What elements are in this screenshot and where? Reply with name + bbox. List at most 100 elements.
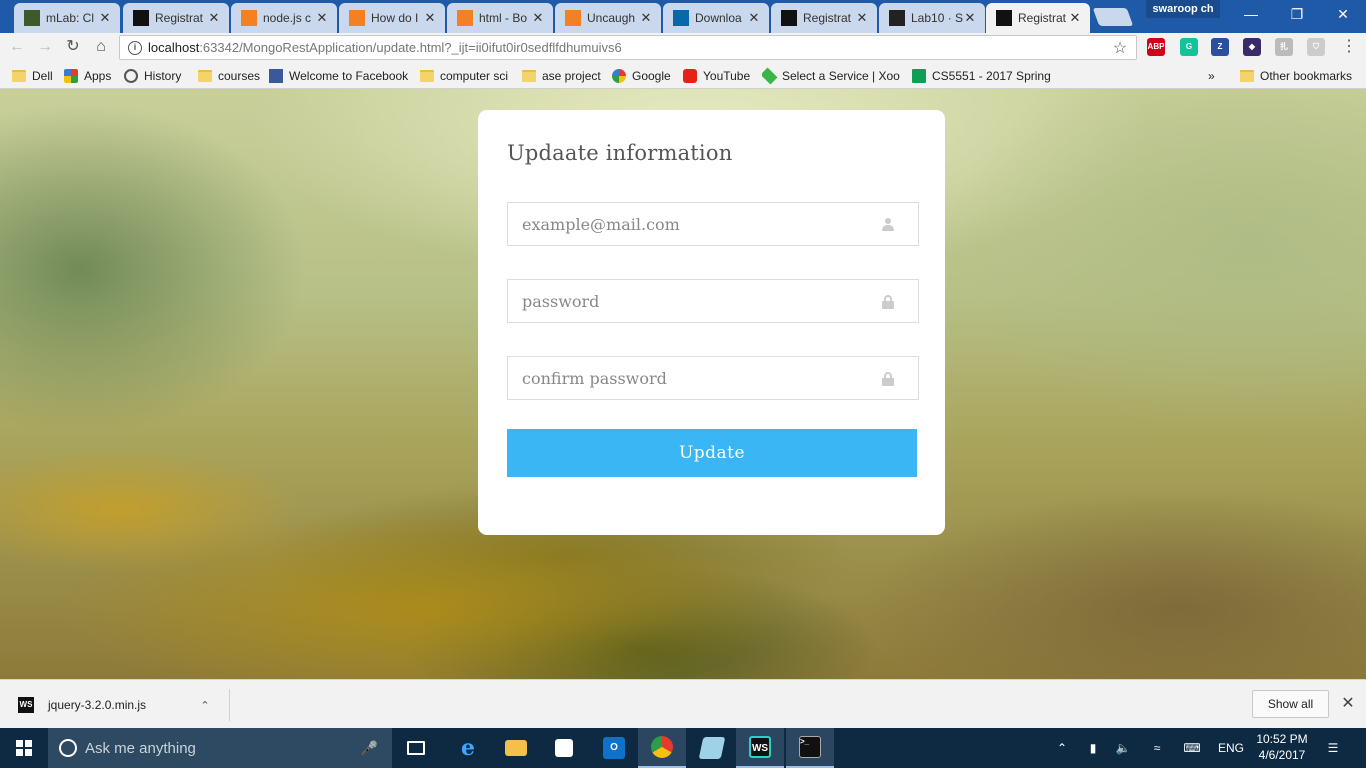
folder-icon [420,70,434,82]
adblock-icon[interactable]: ABP [1147,38,1165,56]
close-tab-icon[interactable]: ✕ [315,10,329,26]
bookmark-history[interactable]: History [124,67,188,85]
bookmark-cs5551-2017-spring[interactable]: CS5551 - 2017 Spring [912,67,1052,85]
close-tab-icon[interactable]: ✕ [98,10,112,26]
download-item[interactable]: WS jquery-3.2.0.min.js ⌃ [18,689,230,721]
bookmarks-overflow-button[interactable]: » [1208,67,1215,85]
close-tab-icon[interactable]: ✕ [639,10,653,26]
chevron-up-icon[interactable]: ⌃ [193,699,217,712]
cortana-icon [59,739,77,757]
bookmark-youtube[interactable]: YouTube [683,67,753,85]
language-indicator[interactable]: ENG [1214,728,1248,768]
forward-arrow-icon[interactable]: → [34,36,56,58]
reload-icon[interactable]: ↻ [62,36,84,58]
other-bookmarks[interactable]: Other bookmarks [1240,67,1352,85]
bookmark-welcome-to-facebook[interactable]: Welcome to Facebook [269,67,409,85]
wifi-icon[interactable]: ≈ [1146,728,1168,768]
jquery-icon [673,10,689,26]
webstorm-icon [781,10,797,26]
show-all-button[interactable]: Show all [1252,690,1329,718]
close-tab-icon[interactable]: ✕ [963,10,977,26]
email-field[interactable] [508,203,918,245]
close-tab-icon[interactable]: ✕ [855,10,869,26]
bookmark-star-icon[interactable]: ☆ [1110,38,1130,58]
close-tab-icon[interactable]: ✕ [1068,10,1082,26]
new-tab-button[interactable] [1092,8,1134,26]
password-field[interactable] [508,280,918,322]
tab-8[interactable]: Registrat ✕ [771,3,877,33]
facebook-icon [269,69,283,83]
bookmark-select-a-service-xoom[interactable]: Select a Service | Xoom [762,67,900,85]
bookmark-computer-sci[interactable]: computer sci [420,67,512,85]
tab-2[interactable]: Registrat ✕ [123,3,229,33]
taskbar-store[interactable] [540,728,588,768]
cortana-search-box[interactable]: Ask me anything 🎤 [48,728,392,768]
url-text[interactable]: localhost:63342/MongoRestApplication/upd… [148,40,1110,55]
close-tab-icon[interactable]: ✕ [423,10,437,26]
search-placeholder: Ask me anything [85,739,196,757]
task-view-button[interactable] [392,728,440,768]
translate-icon[interactable]: 扎 [1275,38,1293,56]
tab-9[interactable]: Lab10 · S ✕ [879,3,985,33]
bookmark-dell[interactable]: Dell [12,67,52,85]
tray-chevron-up-icon[interactable]: ⌃ [1052,728,1072,768]
tab-title: Uncaugh [587,11,636,25]
update-button[interactable]: Update [507,429,917,477]
zotero-icon[interactable]: Z [1211,38,1229,56]
confirm-password-field[interactable] [508,357,918,399]
bookmark-label: ase project [542,69,601,83]
home-icon[interactable]: ⌂ [90,36,112,58]
restore-button[interactable]: ❐ [1274,0,1320,28]
folder-icon [505,740,527,756]
tab-7[interactable]: Downloa ✕ [663,3,769,33]
bookmark-google[interactable]: Google [612,67,674,85]
xoom-icon [762,67,778,85]
notes-icon [698,737,726,759]
close-window-button[interactable]: ✕ [1320,0,1366,28]
task-view-icon [407,741,425,755]
tab-3[interactable]: node.js c ✕ [231,3,337,33]
extension-icon[interactable]: ◆ [1243,38,1261,56]
volume-muted-icon[interactable]: 🔈 [1112,728,1134,768]
close-icon[interactable]: ✕ [1338,694,1358,714]
taskbar-terminal[interactable]: >_ [786,728,834,768]
microphone-icon[interactable]: 🎤 [361,740,378,757]
tab-5[interactable]: html - Bo ✕ [447,3,553,33]
minimize-button[interactable]: — [1228,0,1274,28]
grammarly-icon[interactable]: G [1180,38,1198,56]
bookmark-ase-project[interactable]: ase project [522,67,604,85]
start-button[interactable] [0,728,48,768]
address-bar[interactable]: i localhost:63342/MongoRestApplication/u… [119,35,1137,60]
taskbar-notes[interactable] [688,728,736,768]
close-tab-icon[interactable]: ✕ [747,10,761,26]
bookmark-courses[interactable]: courses [198,67,260,85]
shield-icon[interactable]: ⛉ [1307,38,1325,56]
other-bookmarks-label: Other bookmarks [1260,69,1353,83]
tab-4[interactable]: How do I ✕ [339,3,445,33]
url-host: localhost [148,40,200,55]
taskbar-edge[interactable]: e [444,728,492,768]
notifications-icon[interactable]: ☰ [1320,728,1346,768]
close-tab-icon[interactable]: ✕ [207,10,221,26]
taskbar-chrome[interactable] [638,728,686,768]
battery-icon[interactable]: ▮ [1082,728,1104,768]
close-tab-icon[interactable]: ✕ [531,10,545,26]
email-field-wrapper [507,202,919,246]
webstorm-icon [996,10,1012,26]
taskbar-webstorm[interactable]: WS [736,728,784,768]
bookmark-apps[interactable]: Apps [64,67,116,85]
tab-6[interactable]: Uncaugh ✕ [555,3,661,33]
tab-title: Registrat [803,11,852,25]
tab-1[interactable]: mLab: Cl ✕ [14,3,120,33]
tab-10[interactable]: Registrat ✕ [986,3,1090,33]
profile-button[interactable]: swaroop ch [1146,0,1220,18]
taskbar-outlook[interactable]: O [590,728,638,768]
info-icon[interactable]: i [128,40,142,55]
keyboard-icon[interactable]: ⌨ [1178,728,1206,768]
taskbar-file-explorer[interactable] [492,728,540,768]
back-arrow-icon[interactable]: ← [6,36,28,58]
chrome-menu-icon[interactable]: ⋮ [1340,38,1358,56]
bookmark-label: Select a Service | Xoom [782,69,900,83]
sheets-icon [912,69,926,83]
system-clock[interactable]: 10:52 PM 4/6/2017 [1252,731,1312,763]
